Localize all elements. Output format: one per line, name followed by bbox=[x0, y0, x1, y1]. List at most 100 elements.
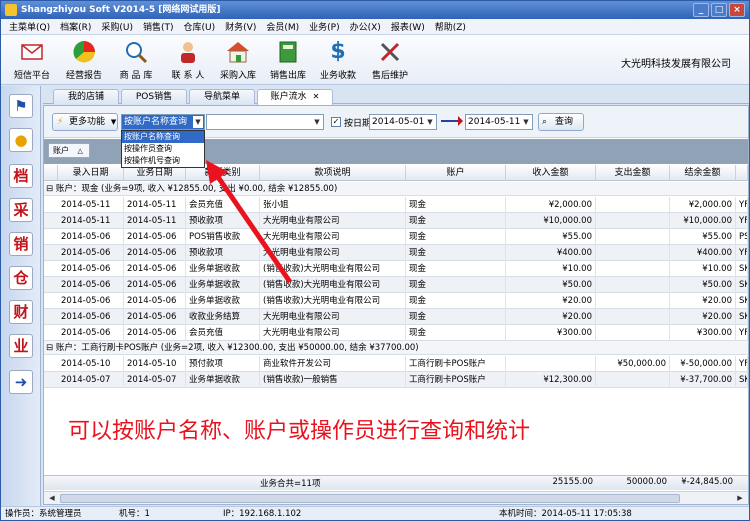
header-payment-desc[interactable]: 款项说明 bbox=[260, 165, 406, 181]
cell-entry-date: 2014-05-06 bbox=[58, 261, 124, 277]
menu-office[interactable]: 办公(X) bbox=[345, 20, 386, 33]
tab-account-flow[interactable]: 账户流水 ✕ bbox=[257, 89, 333, 105]
menu-bar: 主菜单(Q) 档案(R) 采购(U) 销售(T) 仓库(U) 财务(V) 会员(… bbox=[1, 19, 749, 35]
menu-main[interactable]: 主菜单(Q) bbox=[4, 20, 55, 33]
query-mode-dropdown: 按账户名称查询 按操作员查询 按操作机号查询 bbox=[121, 130, 205, 168]
header-entry-date[interactable]: 录入日期 bbox=[58, 165, 124, 181]
table-row[interactable]: 2014-05-06 2014-05-06 业务单据收款 (销售收款)大光明电业有限公… bbox=[44, 261, 748, 277]
maximize-button[interactable]: □ bbox=[711, 3, 727, 17]
scroll-thumb[interactable] bbox=[60, 494, 680, 503]
footer-count: 业务合共=11项 bbox=[260, 479, 321, 489]
cell-account: 现金 bbox=[406, 309, 506, 325]
cell-payment-type: 会员充值 bbox=[186, 197, 260, 213]
product-library-button[interactable]: 商 品 库 bbox=[111, 37, 161, 81]
table-row[interactable]: 2014-05-06 2014-05-06 会员充值 大光明电业有限公司 现金 ¥300.… bbox=[44, 325, 748, 341]
flag-icon[interactable]: ⚑ bbox=[9, 94, 33, 118]
search-icon: ⌕ bbox=[542, 117, 548, 127]
menu-archive[interactable]: 档案(R) bbox=[55, 20, 96, 33]
query-mode-option-account-name[interactable]: 按账户名称查询 bbox=[122, 131, 204, 143]
sidebar-item-warehouse[interactable]: 仓 bbox=[9, 266, 33, 290]
sales-out-button[interactable]: 销售出库 bbox=[263, 37, 313, 81]
tab-pos-sales[interactable]: POS销售 bbox=[121, 89, 187, 104]
header-account[interactable]: 账户 bbox=[406, 165, 506, 181]
cell-balance: ¥20.00 bbox=[670, 309, 736, 325]
company-name: 大光明科技发展有限公司 bbox=[621, 59, 731, 70]
query-mode-option-operator[interactable]: 按操作员查询 bbox=[122, 143, 204, 155]
cell-code: YF bbox=[736, 213, 748, 229]
table-row[interactable]: 2014-05-06 2014-05-06 收款业务结算 大光明电业有限公司 现金 ¥20… bbox=[44, 309, 748, 325]
menu-finance[interactable]: 财务(V) bbox=[220, 20, 261, 33]
footer-income: 25155.00 bbox=[552, 477, 593, 487]
cell-payment-desc: 大光明电业有限公司 bbox=[260, 325, 406, 341]
sms-button[interactable]: 短信平台 bbox=[7, 37, 57, 81]
menu-purchase[interactable]: 采购(U) bbox=[96, 20, 138, 33]
status-ip: IP：192.168.1.102 bbox=[223, 509, 302, 519]
group-by-account-chip[interactable]: 账户 △ bbox=[48, 143, 90, 158]
chevron-down-icon: ▼ bbox=[193, 116, 203, 128]
cell-expense bbox=[596, 245, 670, 261]
menu-member[interactable]: 会员(M) bbox=[261, 20, 304, 33]
query-value-input[interactable]: ▼ bbox=[206, 114, 324, 130]
scroll-right-icon[interactable]: ▶ bbox=[734, 493, 746, 504]
tab-nav-menu[interactable]: 导航菜单 bbox=[189, 89, 255, 104]
header-income[interactable]: 收入金额 bbox=[506, 165, 596, 181]
date-to-field[interactable]: 2014-05-11 ▼ bbox=[465, 114, 533, 130]
table-row[interactable]: 2014-05-10 2014-05-10 预付款项 商业软件开发公司 工商行刷卡POS… bbox=[44, 356, 748, 372]
sidebar-item-finance[interactable]: 财 bbox=[9, 300, 33, 324]
after-sales-button[interactable]: 售后维护 bbox=[365, 37, 415, 81]
cell-business-date: 2014-05-06 bbox=[124, 293, 186, 309]
horizontal-scrollbar[interactable]: ◀ ▶ bbox=[44, 491, 748, 504]
business-receipt-button[interactable]: $ 业务收款 bbox=[313, 37, 363, 81]
cell-account: 现金 bbox=[406, 245, 506, 261]
header-expense[interactable]: 支出金额 bbox=[596, 165, 670, 181]
close-tab-icon[interactable]: ✕ bbox=[313, 92, 320, 101]
cell-payment-type: 业务单据收款 bbox=[186, 261, 260, 277]
bulb-icon[interactable]: ● bbox=[9, 128, 33, 152]
scroll-left-icon[interactable]: ◀ bbox=[46, 493, 58, 504]
table-row[interactable]: 2014-05-06 2014-05-06 业务单据收款 (销售收款)大光明电业有限公… bbox=[44, 277, 748, 293]
table-row[interactable]: 2014-05-11 2014-05-11 预收款项 大光明电业有限公司 现金 ¥10,0… bbox=[44, 213, 748, 229]
menu-help[interactable]: 帮助(Z) bbox=[430, 20, 471, 33]
cell-payment-desc: 大光明电业有限公司 bbox=[260, 245, 406, 261]
chevron-down-icon: ▼ bbox=[427, 118, 433, 126]
table-row[interactable]: 2014-05-06 2014-05-06 业务单据收款 (销售收款)大光明电业有限公… bbox=[44, 293, 748, 309]
minimize-button[interactable]: _ bbox=[693, 3, 709, 17]
group-header[interactable]: ⊟ 账户：工商行刷卡POS账户 (业务=2项, 收入 ¥12300.00, 支出… bbox=[44, 341, 748, 355]
cell-code: YF bbox=[736, 197, 748, 213]
sidebar-item-sales[interactable]: 销 bbox=[9, 232, 33, 256]
query-button[interactable]: ⌕ 查询 bbox=[538, 113, 584, 131]
menu-warehouse[interactable]: 仓库(U) bbox=[179, 20, 221, 33]
contacts-button[interactable]: 联 系 人 bbox=[163, 37, 213, 81]
cell-entry-date: 2014-05-10 bbox=[58, 356, 124, 372]
query-mode-select[interactable]: 按账户名称查询 ▼ bbox=[121, 114, 205, 130]
cell-business-date: 2014-05-11 bbox=[124, 213, 186, 229]
purchase-in-button[interactable]: 采购入库 bbox=[213, 37, 263, 81]
exit-icon[interactable]: ➜ bbox=[9, 370, 33, 394]
more-functions-button[interactable]: ⚡ 更多功能 ▼ bbox=[52, 113, 118, 131]
sidebar-item-purchase[interactable]: 采 bbox=[9, 198, 33, 222]
cell-entry-date: 2014-05-11 bbox=[58, 213, 124, 229]
query-mode-option-machine[interactable]: 按操作机号查询 bbox=[122, 155, 204, 167]
table-row[interactable]: 2014-05-06 2014-05-06 POS销售收款 大光明电业有限公司 现金 ¥5… bbox=[44, 229, 748, 245]
cell-account: 现金 bbox=[406, 261, 506, 277]
by-date-checkbox[interactable]: ✓ bbox=[331, 117, 341, 127]
business-report-button[interactable]: 经营报告 bbox=[59, 37, 109, 81]
sidebar-item-business[interactable]: 业 bbox=[9, 334, 33, 358]
tools-icon bbox=[377, 39, 403, 65]
menu-business[interactable]: 业务(P) bbox=[304, 20, 344, 33]
table-row[interactable]: 2014-05-07 2014-05-07 业务单据收款 (销售收款)一般销售 工商行刷… bbox=[44, 372, 748, 388]
cell-balance: ¥50.00 bbox=[670, 277, 736, 293]
close-button[interactable]: × bbox=[729, 3, 745, 17]
group-header[interactable]: ⊟ 账户：现金 (业务=9项, 收入 ¥12855.00, 支出 ¥0.00, … bbox=[44, 182, 748, 196]
tab-my-store[interactable]: 我的店铺 bbox=[53, 89, 119, 104]
header-balance[interactable]: 结余金额 bbox=[670, 165, 736, 181]
table-row[interactable]: 2014-05-06 2014-05-06 预收款项 大光明电业有限公司 现金 ¥400.… bbox=[44, 245, 748, 261]
cell-payment-desc: (销售收款)大光明电业有限公司 bbox=[260, 277, 406, 293]
table-row[interactable]: 2014-05-11 2014-05-11 会员充值 张小姐 现金 ¥2,000.00 ¥2… bbox=[44, 197, 748, 213]
menu-sales[interactable]: 销售(T) bbox=[138, 20, 179, 33]
person-icon bbox=[175, 39, 201, 65]
cell-balance: ¥400.00 bbox=[670, 245, 736, 261]
menu-reports[interactable]: 报表(W) bbox=[386, 20, 430, 33]
sidebar-item-archive[interactable]: 档 bbox=[9, 164, 33, 188]
date-from-field[interactable]: 2014-05-01 ▼ bbox=[369, 114, 437, 130]
